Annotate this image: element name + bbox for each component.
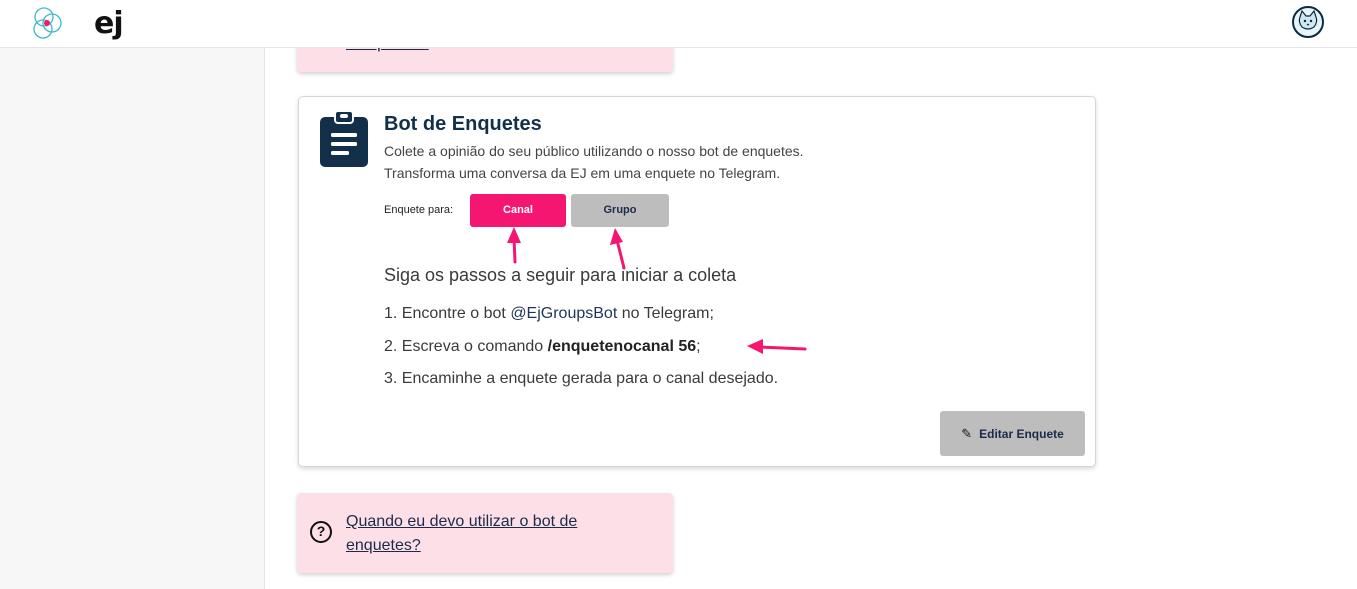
step-2-prefix: 2. Escreva o comando [384, 338, 548, 355]
help-link-bottom[interactable]: Quando eu devo utilizar o bot de enquete… [346, 510, 636, 558]
question-icon: ? [310, 521, 332, 543]
logo-text: ej [94, 6, 124, 41]
card-description-1: Colete a opinião do seu público utilizan… [384, 143, 804, 159]
steps-title: Siga os passos a seguir para iniciar a c… [384, 265, 737, 285]
pencil-icon: ✎ [961, 426, 973, 441]
cat-avatar-icon [1298, 9, 1318, 30]
step-1-prefix: 1. Encontre o bot [384, 305, 511, 322]
ej-logo[interactable]: ej [28, 4, 124, 44]
user-avatar[interactable] [1292, 6, 1324, 38]
top-bar: ej [0, 0, 1357, 48]
edit-poll-label: Editar Enquete [979, 427, 1064, 441]
left-sidebar [0, 48, 265, 589]
bot-handle: @EjGroupsBot [510, 305, 618, 322]
logo-flower-icon [33, 7, 62, 39]
help-card-bottom: ? Quando eu devo utilizar o bot de enque… [297, 493, 673, 573]
edit-poll-button[interactable]: ✎ Editar Enquete [940, 411, 1085, 456]
card-title: Bot de Enquetes [384, 113, 542, 135]
group-button[interactable]: Grupo [571, 194, 669, 227]
step-1-suffix: no Telegram; [617, 305, 714, 322]
step-3: 3. Encaminhe a enquete gerada para o can… [384, 370, 779, 387]
step-2-suffix: ; [696, 338, 701, 355]
bot-card: Bot de Enquetes Colete a opinião do seu … [298, 96, 1096, 467]
poll-for-label: Enquete para: [384, 204, 454, 216]
step-2: 2. Escreva o comando /enquetenocanal 56; [384, 338, 701, 356]
channel-button[interactable]: Canal [470, 194, 566, 227]
command-text: /enquetenocanal 56 [547, 338, 697, 355]
card-description-2: Transforma uma conversa da EJ em uma enq… [384, 165, 781, 181]
clipboard-icon [320, 110, 368, 167]
step-1: 1. Encontre o bot @EjGroupsBot no Telegr… [384, 305, 714, 323]
